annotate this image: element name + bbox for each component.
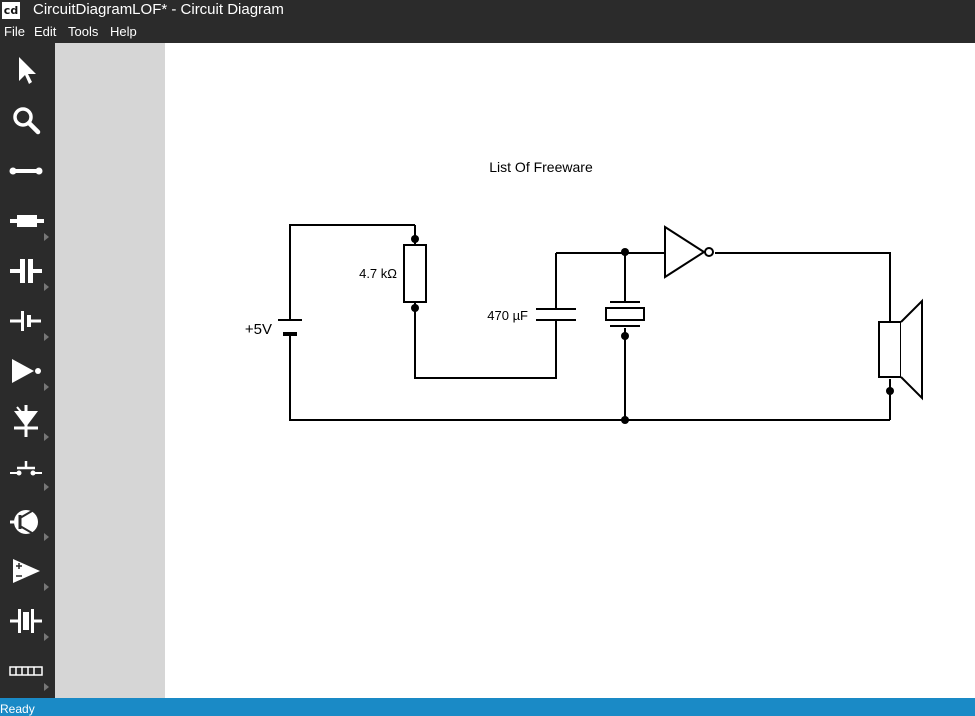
tool-logic-gate[interactable]	[2, 347, 52, 393]
tool-transistor[interactable]	[2, 497, 52, 543]
wire[interactable]	[414, 302, 557, 379]
wire-icon	[9, 167, 43, 175]
junction-dot	[886, 387, 894, 395]
status-bar: Ready	[0, 698, 975, 716]
wire[interactable]	[715, 252, 891, 321]
circuit-diagram: List Of Freeware +5V 4.7 kΩ 470 µF	[245, 159, 923, 424]
push-switch-icon	[10, 461, 42, 476]
tool-magnifier[interactable]	[2, 97, 52, 143]
battery-symbol[interactable]	[278, 319, 302, 336]
app-logo-icon: cd	[2, 2, 20, 19]
canvas-margin	[55, 43, 165, 698]
expand-arrow-icon[interactable]	[44, 333, 49, 341]
menu-file[interactable]: File	[4, 24, 25, 40]
window-title: CircuitDiagramLOF* - Circuit Diagram	[33, 1, 284, 18]
tool-wire[interactable]	[2, 147, 52, 193]
expand-arrow-icon[interactable]	[44, 383, 49, 391]
component-toolbox	[0, 43, 55, 698]
segmented-display-icon	[9, 666, 43, 676]
capacitor-icon	[10, 259, 42, 283]
capacitor-label: 470 µF	[487, 308, 528, 323]
tool-resistor[interactable]	[2, 197, 52, 243]
expand-arrow-icon[interactable]	[44, 483, 49, 491]
wires	[289, 224, 891, 421]
expand-arrow-icon[interactable]	[44, 283, 49, 291]
not-gate-symbol[interactable]	[664, 225, 714, 279]
expand-arrow-icon[interactable]	[44, 583, 49, 591]
expand-arrow-icon[interactable]	[44, 533, 49, 541]
crystal-symbol[interactable]	[605, 253, 645, 327]
expand-arrow-icon[interactable]	[44, 683, 49, 691]
resistor-label: 4.7 kΩ	[359, 266, 397, 281]
pointer-icon	[19, 57, 36, 84]
magnifier-icon	[13, 107, 41, 135]
tool-segmented-display[interactable]	[2, 647, 52, 693]
battery-icon	[10, 311, 41, 331]
resistor-icon	[10, 215, 44, 227]
expand-arrow-icon[interactable]	[44, 633, 49, 641]
menu-help[interactable]: Help	[110, 24, 137, 40]
circuit-title: List Of Freeware	[489, 159, 593, 175]
menu-edit[interactable]: Edit	[34, 24, 56, 40]
tool-capacitor[interactable]	[2, 247, 52, 293]
menu-bar: File Edit Tools Help	[0, 21, 975, 43]
capacitor-symbol[interactable]	[536, 293, 576, 336]
junction-dot	[411, 235, 419, 243]
status-text: Ready	[0, 702, 35, 716]
tool-push-switch[interactable]	[2, 447, 52, 493]
title-bar: cd CircuitDiagramLOF* - Circuit Diagram	[0, 0, 975, 21]
logic-not-gate-icon	[12, 359, 41, 383]
junction-dot	[621, 332, 629, 340]
junction-dot	[621, 416, 629, 424]
diode-icon	[14, 405, 38, 437]
drawing-canvas[interactable]: List Of Freeware +5V 4.7 kΩ 470 µF	[165, 43, 975, 698]
wire[interactable]	[289, 335, 890, 421]
tool-crystal[interactable]	[2, 597, 52, 643]
tool-diode[interactable]	[2, 397, 52, 443]
expand-arrow-icon[interactable]	[44, 233, 49, 241]
transistor-icon	[10, 510, 38, 534]
op-amp-icon	[13, 559, 40, 583]
crystal-icon	[10, 609, 42, 633]
menu-tools[interactable]: Tools	[68, 24, 98, 40]
junction-dot	[411, 304, 419, 312]
tool-battery[interactable]	[2, 297, 52, 343]
supply-voltage-label: +5V	[245, 321, 272, 338]
junction-dot	[621, 248, 629, 256]
resistor-symbol[interactable]	[403, 244, 427, 303]
tool-op-amp[interactable]	[2, 547, 52, 593]
speaker-symbol[interactable]	[878, 298, 923, 401]
expand-arrow-icon[interactable]	[44, 433, 49, 441]
tool-pointer[interactable]	[2, 47, 52, 93]
